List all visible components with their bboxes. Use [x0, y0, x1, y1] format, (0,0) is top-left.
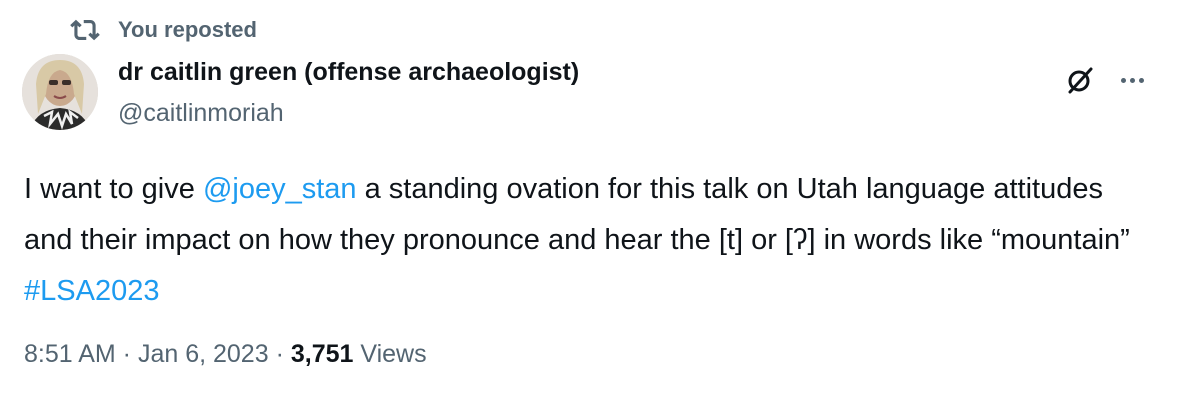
author-display-name[interactable]: dr caitlin green (offense archaeologist) [118, 58, 579, 87]
more-options-button[interactable] [1112, 60, 1152, 100]
repost-label: You reposted [118, 17, 257, 42]
repost-icon [70, 19, 100, 41]
avatar-photo [22, 54, 98, 130]
hashtag-link[interactable]: #LSA2023 [24, 275, 159, 307]
mention-link[interactable]: @joey_stan [203, 173, 357, 205]
tweet[interactable]: You reposted dr caitlin green (offense a… [0, 0, 1188, 412]
grok-icon [1068, 67, 1093, 94]
views-label[interactable]: Views [353, 340, 426, 368]
avatar[interactable] [22, 54, 98, 130]
repost-indicator[interactable]: You reposted [70, 14, 257, 46]
more-icon-dot [1129, 77, 1135, 83]
tweet-time[interactable]: 8:51 AM [24, 340, 116, 368]
tweet-meta: 8:51 AM · Jan 6, 2023 · 3,751 Views [24, 340, 427, 369]
more-icon-dot [1138, 77, 1144, 83]
views-count[interactable]: 3,751 [291, 340, 354, 368]
more-icon [1120, 77, 1126, 83]
meta-separator: · [115, 340, 138, 368]
tweet-text-part: I want to give [24, 173, 203, 205]
author-handle[interactable]: @caitlinmoriah [118, 99, 284, 128]
meta-separator: · [268, 340, 291, 368]
grok-button[interactable] [1060, 60, 1100, 100]
tweet-text: I want to give @joey_stan a standing ova… [24, 164, 1144, 317]
tweet-date[interactable]: Jan 6, 2023 [138, 340, 269, 368]
